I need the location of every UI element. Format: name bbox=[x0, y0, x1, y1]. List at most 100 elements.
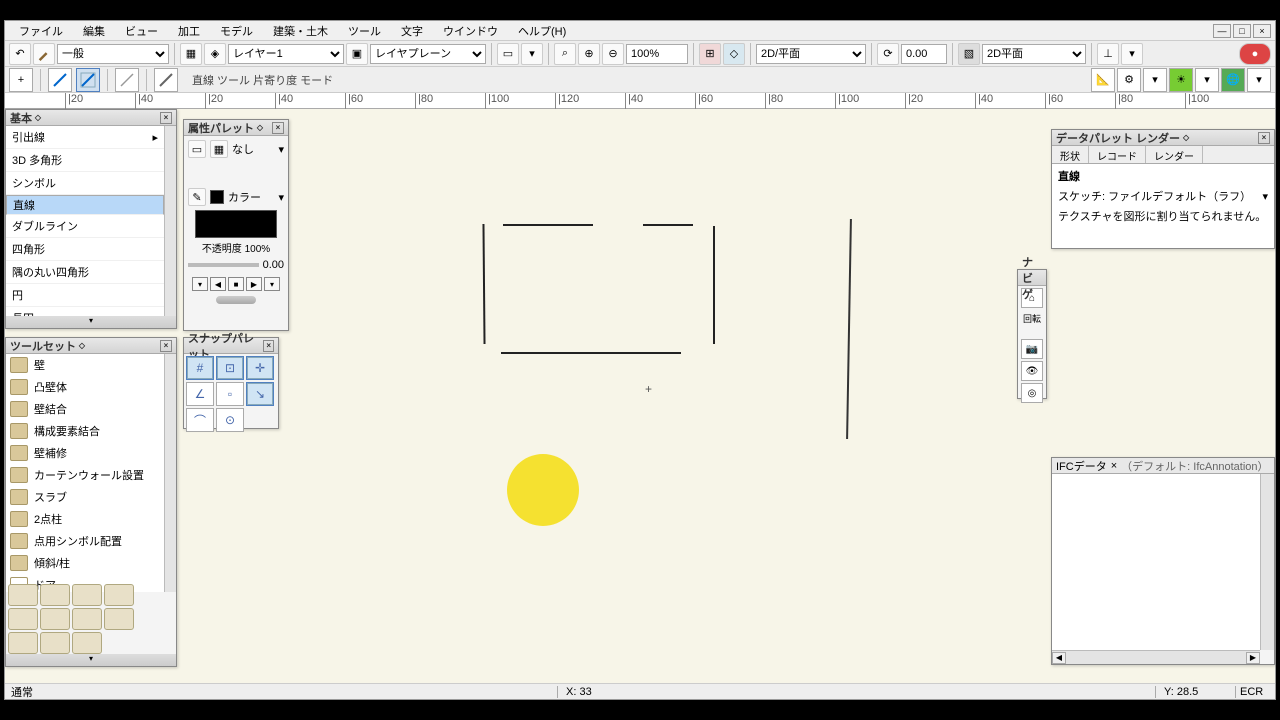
layer-plane-icon[interactable]: ▣ bbox=[346, 43, 368, 65]
line-free-icon[interactable] bbox=[76, 68, 100, 92]
tool-wall-repair[interactable]: 壁補修 bbox=[6, 442, 164, 464]
pin-icon[interactable]: ◇ bbox=[32, 112, 44, 124]
pin-icon[interactable]: ◇ bbox=[254, 122, 266, 134]
line-constrained-icon[interactable] bbox=[48, 68, 72, 92]
dropdown2-icon[interactable]: ▾ bbox=[1121, 43, 1143, 65]
dropdown4-icon[interactable]: ▾ bbox=[1195, 68, 1219, 92]
menu-model[interactable]: モデル bbox=[210, 21, 263, 41]
dropdown-icon[interactable]: ▾ bbox=[521, 43, 543, 65]
cat-3d-icon[interactable] bbox=[8, 632, 38, 654]
tool-slab[interactable]: スラブ bbox=[6, 486, 164, 508]
snap-object-icon[interactable]: ⊡ bbox=[216, 356, 244, 380]
drawing-canvas[interactable]: + bbox=[293, 109, 1013, 683]
wall-join-icon[interactable]: ⊥ bbox=[1097, 43, 1119, 65]
dropdown-icon[interactable]: ▾ bbox=[278, 191, 284, 204]
zoom-input[interactable] bbox=[626, 44, 688, 64]
last-icon[interactable]: ▾ bbox=[264, 277, 280, 291]
pin-icon[interactable]: ◇ bbox=[1180, 132, 1192, 144]
collapse-icon[interactable]: ▾ bbox=[6, 316, 176, 328]
tab-render[interactable]: レンダー bbox=[1146, 146, 1203, 163]
close-palette-icon[interactable]: × bbox=[272, 122, 284, 134]
tool-line[interactable]: 直線 bbox=[6, 195, 164, 215]
snap-point-icon[interactable]: ▫ bbox=[216, 382, 244, 406]
saved-view-icon[interactable]: ▭ bbox=[497, 43, 519, 65]
tool-circle[interactable]: 円 bbox=[6, 284, 164, 307]
globe-icon[interactable]: 🌐 bbox=[1221, 68, 1245, 92]
close-palette-icon[interactable]: × bbox=[160, 340, 172, 352]
prev-icon[interactable]: ◀ bbox=[210, 277, 226, 291]
snap-angle-icon[interactable]: ∠ bbox=[186, 382, 214, 406]
tool-symbol-place[interactable]: 点用シンボル配置 bbox=[6, 530, 164, 552]
basic-palette[interactable]: 基本◇× 引出線▸ 3D 多角形 シンボル 直線 ダブルライン 四角形 隅の丸い… bbox=[5, 109, 177, 329]
close-palette-icon[interactable]: × bbox=[1258, 132, 1270, 144]
close-icon[interactable]: × bbox=[1253, 24, 1271, 38]
record-button[interactable]: ● bbox=[1239, 43, 1271, 65]
tool-oval[interactable]: 長円 bbox=[6, 307, 164, 316]
stop-icon[interactable]: ■ bbox=[228, 277, 244, 291]
collapse-icon[interactable]: ▾ bbox=[6, 654, 176, 666]
dropdown-icon[interactable]: ▾ bbox=[1262, 190, 1268, 203]
scroll-right-icon[interactable]: ▶ bbox=[1246, 652, 1260, 664]
nav-target-icon[interactable]: ◎ bbox=[1021, 383, 1043, 403]
minimize-icon[interactable]: — bbox=[1213, 24, 1231, 38]
close-icon[interactable]: × bbox=[1111, 460, 1117, 472]
snap-grid-icon[interactable]: # bbox=[186, 356, 214, 380]
tool-leader[interactable]: 引出線▸ bbox=[6, 126, 164, 149]
menu-tool[interactable]: ツール bbox=[338, 21, 391, 41]
render-mode-icon[interactable]: ▧ bbox=[958, 43, 980, 65]
cat-machine-icon[interactable] bbox=[40, 632, 70, 654]
scrollbar-vertical[interactable] bbox=[1260, 474, 1274, 650]
cat-walk-icon[interactable] bbox=[72, 608, 102, 630]
maximize-icon[interactable]: □ bbox=[1233, 24, 1251, 38]
menu-text[interactable]: 文字 bbox=[391, 21, 433, 41]
layer-plane-select[interactable]: レイヤプレーン bbox=[370, 44, 486, 64]
layer-icon[interactable]: ▦ bbox=[180, 43, 202, 65]
data-palette[interactable]: データパレット レンダー◇× 形状 レコード レンダー 直線 スケッチ: ファイ… bbox=[1051, 129, 1275, 249]
toolset-palette[interactable]: ツールセット◇× 壁 凸壁体 壁結合 構成要素結合 壁補修 カーテンウォール設置… bbox=[5, 337, 177, 667]
menu-process[interactable]: 加工 bbox=[168, 21, 210, 41]
attribute-palette[interactable]: 属性パレット◇× ▭ ▦ なし ▾ ✎ カラー ▾ 不透明度 100% bbox=[183, 119, 289, 331]
tool-round-rect[interactable]: 隅の丸い四角形 bbox=[6, 261, 164, 284]
tool-wall[interactable]: 壁 bbox=[6, 354, 164, 376]
color-swatch[interactable] bbox=[210, 190, 224, 204]
tool-symbol[interactable]: シンボル bbox=[6, 172, 164, 195]
zoom-out-icon[interactable]: ⊖ bbox=[602, 43, 624, 65]
cat-detail-icon[interactable] bbox=[104, 584, 134, 606]
snap-smart-icon[interactable]: ↘ bbox=[246, 382, 274, 406]
tool-convex-wall[interactable]: 凸壁体 bbox=[6, 376, 164, 398]
tool-prefs-icon[interactable] bbox=[154, 68, 178, 92]
zoom-in-icon[interactable]: ⊕ bbox=[578, 43, 600, 65]
class-select[interactable]: 一般 bbox=[57, 44, 169, 64]
cat-site-icon[interactable] bbox=[40, 584, 70, 606]
scrollbar[interactable] bbox=[164, 354, 176, 592]
attr-icon2[interactable]: ▦ bbox=[210, 140, 228, 158]
tool-component-join[interactable]: 構成要素結合 bbox=[6, 420, 164, 442]
snap-grid-icon[interactable]: ⊞ bbox=[699, 43, 721, 65]
grip-icon[interactable] bbox=[216, 296, 256, 304]
fill-preview[interactable] bbox=[195, 210, 277, 238]
tool-slope-column[interactable]: 傾斜/柱 bbox=[6, 552, 164, 574]
first-icon[interactable]: ▾ bbox=[192, 277, 208, 291]
scrollbar[interactable] bbox=[164, 126, 176, 316]
tool-double-line[interactable]: ダブルライン bbox=[6, 215, 164, 238]
cat-building-icon[interactable] bbox=[8, 584, 38, 606]
dropdown5-icon[interactable]: ▾ bbox=[1247, 68, 1271, 92]
dropdown-icon[interactable]: ▾ bbox=[278, 143, 284, 156]
close-palette-icon[interactable]: × bbox=[160, 112, 172, 124]
menu-edit[interactable]: 編集 bbox=[73, 21, 115, 41]
cat-vis-icon[interactable] bbox=[40, 608, 70, 630]
plus-icon[interactable]: + bbox=[9, 68, 33, 92]
menu-window[interactable]: ウインドウ bbox=[433, 21, 508, 41]
cat-light-icon[interactable] bbox=[104, 608, 134, 630]
snap-tangent-icon[interactable]: ⊙ bbox=[216, 408, 244, 432]
menu-file[interactable]: ファイル bbox=[9, 21, 73, 41]
tool-wall-join[interactable]: 壁結合 bbox=[6, 398, 164, 420]
heliodon-icon[interactable]: ☀ bbox=[1169, 68, 1193, 92]
render-mode-select[interactable]: 2D平面 bbox=[982, 44, 1086, 64]
view-mode-select[interactable]: 2D/平面 bbox=[756, 44, 866, 64]
tool-rect[interactable]: 四角形 bbox=[6, 238, 164, 261]
snap-intersect-icon[interactable]: ✛ bbox=[246, 356, 274, 380]
tool-curtain-wall[interactable]: カーテンウォール設置 bbox=[6, 464, 164, 486]
menu-arch[interactable]: 建築・土木 bbox=[263, 21, 338, 41]
snap-angle-icon[interactable]: ◇ bbox=[723, 43, 745, 65]
